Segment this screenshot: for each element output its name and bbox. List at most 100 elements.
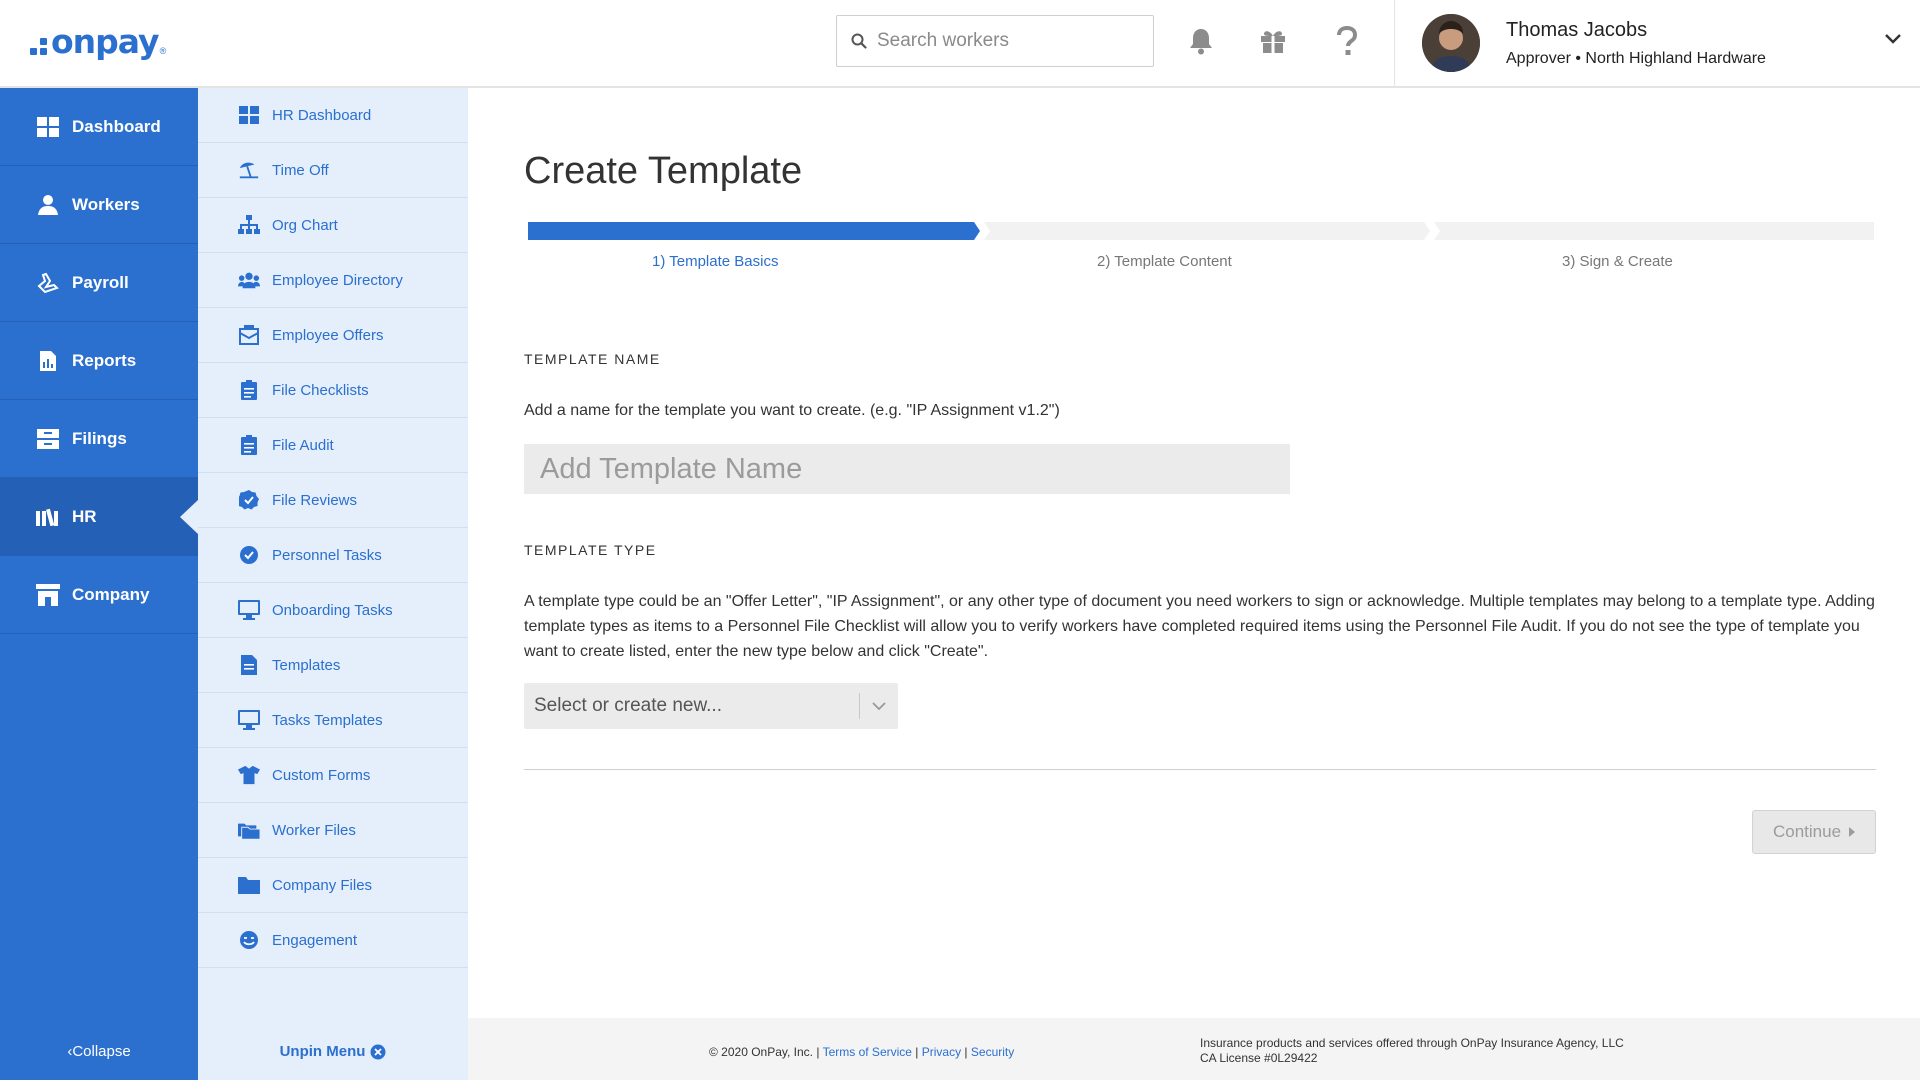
subnav-item-file-reviews[interactable]: File Reviews [198,473,468,528]
beach-umbrella-icon [238,159,260,181]
onpay-logo[interactable]: onpay ® [30,22,166,61]
subnav-item-label: File Checklists [272,381,369,399]
company-icon [36,583,60,607]
subnav-item-file-checklists[interactable]: File Checklists [198,363,468,418]
subnav-item-label: Worker Files [272,821,356,839]
subnav-item-custom-forms[interactable]: Custom Forms [198,748,468,803]
subnav-item-label: Org Chart [272,216,338,234]
collapse-button[interactable]: ‹Collapse [0,1043,198,1060]
hr-subnav: HR Dashboard Time Off Org Chart Employee… [198,88,468,1080]
insurance-notice: Insurance products and services offered … [1200,1036,1624,1066]
continue-label: Continue [1772,822,1842,841]
subnav-item-file-audit[interactable]: File Audit [198,418,468,473]
offer-icon [238,324,260,346]
sidebar-item-hr[interactable]: HR [0,478,198,556]
step-1-label[interactable]: 1) Template Basics [652,253,778,270]
help-question-icon[interactable] [1330,24,1364,58]
check-badge-icon [238,489,260,511]
clipboard-icon [238,379,260,401]
check-circle-icon [238,544,260,566]
monitor-icon [238,599,260,621]
close-circle-icon [370,1044,386,1059]
sidebar-item-reports[interactable]: Reports [0,322,198,400]
continue-button[interactable]: Continue [1752,810,1876,854]
subnav-item-worker-files[interactable]: Worker Files [198,803,468,858]
page-title: Create Template [524,150,803,192]
select-placeholder: Select or create new... [534,695,722,716]
people-icon [238,269,260,291]
sidebar-item-workers[interactable]: Workers [0,166,198,244]
hr-icon [36,505,60,529]
subnav-item-templates[interactable]: Templates [198,638,468,693]
subnav-item-personnel-tasks[interactable]: Personnel Tasks [198,528,468,583]
sidebar-item-filings[interactable]: Filings [0,400,198,478]
folders-icon [238,819,260,841]
template-name-label: TEMPLATE NAME [524,351,661,367]
unpin-label: Unpin Menu [279,1043,366,1060]
subnav-item-label: Tasks Templates [272,711,383,729]
subnav-item-label: Time Off [272,161,329,179]
privacy-link[interactable]: Privacy [922,1045,961,1059]
copyright-text: © 2020 OnPay, Inc. | [709,1045,820,1059]
subnav-item-org-chart[interactable]: Org Chart [198,198,468,253]
search-box[interactable] [836,15,1154,67]
folder-icon [238,874,260,896]
user-name: Thomas Jacobs [1506,18,1648,41]
subnav-item-label: Personnel Tasks [272,546,382,564]
sidebar-item-label: HR [72,506,97,526]
sidebar-item-payroll[interactable]: Payroll [0,244,198,322]
caret-right-icon [1849,827,1856,837]
template-name-input[interactable] [524,444,1290,494]
search-input[interactable] [877,30,1137,52]
smile-icon [238,929,260,951]
footer: © 2020 OnPay, Inc. | Terms of Service | … [468,1018,1920,1080]
subnav-item-employee-directory[interactable]: Employee Directory [198,253,468,308]
step-3-bar [1434,222,1874,240]
document-icon [238,654,260,676]
sidebar-item-dashboard[interactable]: Dashboard [0,88,198,166]
subnav-item-label: HR Dashboard [272,106,372,124]
bell-icon[interactable] [1184,24,1218,58]
terms-of-service-link[interactable]: Terms of Service [823,1045,912,1059]
user-role: Approver • North Highland Hardware [1506,49,1766,67]
shirt-icon [238,764,260,786]
template-type-select[interactable]: Select or create new... [524,683,898,729]
unpin-menu-button[interactable]: Unpin Menu [198,1043,468,1060]
sidebar-item-label: Company [72,584,150,604]
sidebar-item-label: Reports [72,350,137,370]
security-link[interactable]: Security [971,1045,1014,1059]
subnav-item-hr-dashboard[interactable]: HR Dashboard [198,88,468,143]
sidebar-item-label: Workers [72,194,140,214]
insurance-line-2: CA License #0L29422 [1200,1051,1318,1065]
clipboard-icon [238,434,260,456]
subnav-item-tasks-templates[interactable]: Tasks Templates [198,693,468,748]
sidebar-item-company[interactable]: Company [0,556,198,634]
registered-mark: ® [159,45,167,56]
step-1-bar [528,222,980,240]
subnav-item-onboarding-tasks[interactable]: Onboarding Tasks [198,583,468,638]
chevron-down-icon[interactable] [1884,33,1902,45]
gift-icon[interactable] [1256,24,1290,58]
step-2-label[interactable]: 2) Template Content [1097,253,1232,270]
subnav-item-label: File Audit [272,436,334,454]
monitor-icon [238,709,260,731]
org-chart-icon [238,214,260,236]
subnav-item-label: Employee Offers [272,326,384,344]
step-3-label[interactable]: 3) Sign & Create [1562,253,1673,270]
header-divider [1394,0,1395,88]
user-menu[interactable]: Thomas Jacobs Approver • North Highland … [1422,13,1912,73]
subnav-item-time-off[interactable]: Time Off [198,143,468,198]
subnav-item-engagement[interactable]: Engagement [198,913,468,968]
chevron-down-icon[interactable] [872,701,886,711]
subnav-item-label: Templates [272,656,341,674]
subnav-item-employee-offers[interactable]: Employee Offers [198,308,468,363]
avatar [1422,14,1480,72]
logo-mark [30,38,47,55]
template-type-label: TEMPLATE TYPE [524,542,657,558]
reports-icon [36,349,60,373]
subnav-item-company-files[interactable]: Company Files [198,858,468,913]
top-bar: onpay ® Thomas Jacobs Approver • North H… [0,0,1920,88]
main-content: Create Template 1) Template Basics 2) Te… [468,88,1920,1016]
subnav-item-label: Employee Directory [272,271,403,289]
subnav-item-label: Company Files [272,876,373,894]
